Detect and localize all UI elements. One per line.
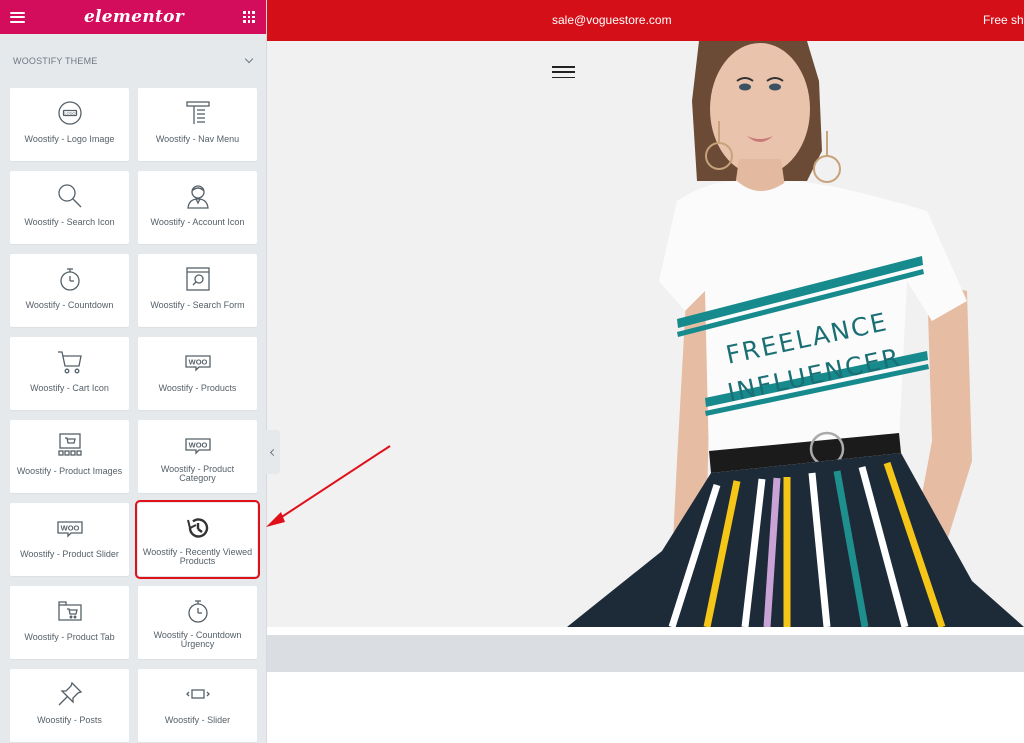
widget-cart-icon[interactable]: Woostify - Cart Icon — [10, 337, 129, 410]
topbar-shipping-text: Free shi — [983, 13, 1024, 27]
topbar: sale@voguestore.com Free shi — [267, 0, 1024, 41]
widget-label: Woostify - Search Form — [150, 300, 245, 310]
widget-label: Woostify - Logo Image — [24, 134, 115, 144]
search-form-icon — [184, 265, 212, 293]
product-tab-icon — [56, 597, 84, 625]
chevron-down-icon — [244, 54, 254, 64]
panel-header: elementor — [0, 0, 266, 34]
panel-collapse-button[interactable] — [264, 430, 280, 474]
topbar-email[interactable]: sale@voguestore.com — [552, 13, 672, 27]
widget-label: Woostify - Slider — [164, 715, 231, 725]
hamburger-icon[interactable] — [552, 66, 575, 78]
widget-label: Woostify - Nav Menu — [155, 134, 240, 144]
slider-icon — [184, 680, 212, 708]
nav-menu-icon — [184, 99, 212, 127]
chevron-left-icon — [269, 448, 277, 456]
elementor-logo: elementor — [83, 7, 185, 27]
widget-nav-menu[interactable]: Woostify - Nav Menu — [138, 88, 257, 161]
hamburger-icon[interactable] — [10, 11, 25, 23]
logo-icon: LOGO — [56, 99, 84, 127]
category-title: WOOSTIFY THEME — [13, 56, 98, 66]
widget-label: Woostify - Product Images — [16, 466, 123, 476]
widget-account-icon[interactable]: Woostify - Account Icon — [138, 171, 257, 244]
widget-label: Woostify - Cart Icon — [30, 383, 109, 393]
svg-text:WOO: WOO — [188, 441, 207, 450]
widget-recently-viewed-products[interactable]: Woostify - Recently Viewed Products — [135, 500, 260, 579]
history-icon — [184, 514, 212, 542]
widget-label: Woostify - Posts — [37, 715, 102, 725]
widget-countdown-urgency[interactable]: Woostify - Countdown Urgency — [138, 586, 257, 659]
grid-icon[interactable] — [242, 11, 255, 23]
widget-slider[interactable]: Woostify - Slider — [138, 669, 257, 742]
page-preview: sale@voguestore.com Free shi FREELANCE I… — [267, 0, 1024, 743]
product-images-icon — [56, 431, 84, 459]
pushpin-icon — [56, 680, 84, 708]
widget-label: Woostify - Product Slider — [20, 549, 119, 559]
widget-product-images[interactable]: Woostify - Product Images — [10, 420, 129, 493]
cart-icon — [56, 348, 84, 376]
widget-label: Woostify - Search Icon — [24, 217, 115, 227]
widget-label: Woostify - Account Icon — [150, 217, 245, 227]
widget-search-icon[interactable]: Woostify - Search Icon — [10, 171, 129, 244]
widget-label: Woostify - Product Category — [160, 464, 235, 483]
svg-text:WOO: WOO — [188, 358, 207, 367]
widget-product-tab[interactable]: Woostify - Product Tab — [10, 586, 129, 659]
widget-logo-image[interactable]: LOGO Woostify - Logo Image — [10, 88, 129, 161]
section-spacer — [267, 627, 1024, 635]
hero-image: FREELANCE INFLUENCER — [267, 41, 1024, 627]
model-photo: FREELANCE INFLUENCER — [267, 41, 1024, 627]
widget-search-form[interactable]: Woostify - Search Form — [138, 254, 257, 327]
woo-icon: WOO — [184, 431, 212, 459]
widget-label: Woostify - Countdown Urgency — [153, 630, 242, 649]
stopwatch-icon — [56, 265, 84, 293]
widget-products[interactable]: WOO Woostify - Products — [138, 337, 257, 410]
section-band — [267, 635, 1024, 672]
widget-label: Woostify - Recently Viewed Products — [142, 547, 253, 566]
svg-text:LOGO: LOGO — [64, 112, 75, 116]
svg-text:WOO: WOO — [60, 524, 79, 533]
widget-label: Woostify - Products — [158, 383, 237, 393]
elementor-panel: elementor WOOSTIFY THEME LOGO Woostify -… — [0, 0, 267, 743]
widget-label: Woostify - Product Tab — [24, 632, 115, 642]
widget-countdown[interactable]: Woostify - Countdown — [10, 254, 129, 327]
woo-icon: WOO — [184, 348, 212, 376]
widget-product-slider[interactable]: WOO Woostify - Product Slider — [10, 503, 129, 576]
widget-label: Woostify - Countdown — [25, 300, 114, 310]
account-icon — [184, 182, 212, 210]
widget-product-category[interactable]: WOO Woostify - Product Category — [138, 420, 257, 493]
stopwatch-icon — [184, 597, 212, 625]
woo-icon: WOO — [56, 514, 84, 542]
category-toggle[interactable]: WOOSTIFY THEME — [0, 34, 266, 88]
widget-posts[interactable]: Woostify - Posts — [10, 669, 129, 742]
search-icon — [56, 182, 84, 210]
widget-grid: LOGO Woostify - Logo Image Woostify - Na… — [0, 88, 266, 742]
